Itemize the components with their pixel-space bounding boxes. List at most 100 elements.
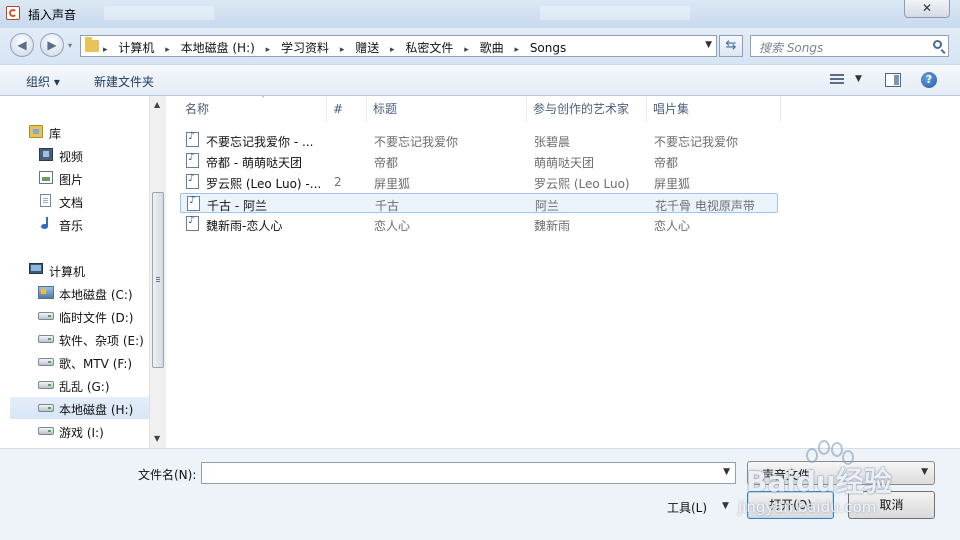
file-name: 千古 - 阿兰	[207, 199, 267, 213]
nav-label: 音乐	[59, 219, 84, 233]
nav-label: 游戏 (I:)	[59, 426, 104, 440]
watermark-logo: Baidu经验	[746, 465, 892, 498]
nav-library[interactable]: 库	[0, 121, 150, 143]
tools-button[interactable]: 工具(L)	[667, 499, 707, 516]
file-name: 魏新雨-恋人心	[206, 219, 283, 233]
nav-drive-c[interactable]: 本地磁盘 (C:)	[0, 282, 150, 304]
title-bar: 插入声音 ✕	[0, 0, 960, 28]
nav-drive-e[interactable]: 软件、杂项 (E:)	[0, 328, 150, 350]
chevron-right-icon[interactable]: ▸	[390, 45, 395, 55]
close-icon: ✕	[921, 1, 933, 15]
system-drive-icon	[38, 286, 54, 299]
file-row-selected[interactable]: 千古 - 阿兰 千古 阿兰 花千骨 电视原声带	[180, 193, 778, 213]
nav-pictures[interactable]: 图片	[0, 167, 150, 189]
forward-button[interactable]: ▶	[40, 33, 64, 57]
preview-pane-icon[interactable]	[885, 73, 901, 87]
nav-drive-i[interactable]: 游戏 (I:)	[0, 420, 150, 442]
chevron-right-icon[interactable]: ▸	[266, 45, 271, 55]
file-title: 不要忘记我爱你	[374, 135, 459, 149]
navigation-scrollbar[interactable]: ▲ ▼	[149, 96, 166, 448]
organize-button[interactable]: 组织 ▾	[26, 73, 60, 90]
view-options-icon[interactable]	[830, 74, 844, 86]
chevron-right-icon[interactable]: ▸	[340, 45, 345, 55]
hard-drive-icon	[38, 335, 54, 343]
file-number: 2	[334, 175, 342, 189]
breadcrumb-item[interactable]: 私密文件	[405, 41, 453, 55]
picture-icon	[39, 171, 53, 184]
watermark-url: jingyan.baidu.com	[738, 498, 877, 516]
refresh-button[interactable]: ⇆	[719, 35, 743, 57]
nav-label: 歌、MTV (F:)	[59, 357, 133, 371]
chevron-right-icon[interactable]: ▸	[464, 45, 469, 55]
file-album: 屏里狐	[654, 177, 691, 191]
nav-videos[interactable]: 视频	[0, 144, 150, 166]
document-icon	[40, 194, 51, 207]
file-name: 不要忘记我爱你 - ...	[206, 135, 314, 149]
breadcrumb-item[interactable]: Songs	[530, 41, 566, 55]
column-header-label: 名称	[185, 102, 210, 116]
filename-dropdown-icon[interactable]: ▼	[723, 467, 730, 477]
scroll-up-icon[interactable]: ▲	[154, 100, 160, 109]
nav-documents[interactable]: 文档	[0, 190, 150, 212]
tools-dropdown-icon[interactable]: ▼	[722, 501, 729, 511]
view-dropdown-icon[interactable]: ▼	[855, 74, 862, 84]
column-header-number[interactable]: #	[327, 96, 367, 122]
nav-drive-g[interactable]: 乱乱 (G:)	[0, 374, 150, 396]
breadcrumb-item[interactable]: 本地磁盘 (H:)	[181, 41, 255, 55]
new-folder-button[interactable]: 新建文件夹	[94, 73, 154, 90]
file-artist: 魏新雨	[534, 219, 571, 233]
nav-label: 文档	[59, 196, 84, 210]
column-header-name[interactable]: 名称 ˄	[179, 96, 327, 122]
chevron-right-icon[interactable]: ▸	[165, 45, 170, 55]
audio-file-icon	[186, 173, 199, 189]
filename-input[interactable]: ▼	[201, 462, 736, 484]
window-title: 插入声音	[28, 8, 77, 22]
command-bar: 组织 ▾ 新建文件夹 ▼ ?	[0, 64, 960, 96]
navigation-pane: 库 视频 图片 文档 音乐 计算机 本地磁盘 (C:) 临时文件 (D:) 软件…	[0, 96, 166, 448]
nav-drive-f[interactable]: 歌、MTV (F:)	[0, 351, 150, 373]
filename-label: 文件名(N):	[138, 468, 197, 482]
address-bar[interactable]: ▸ 计算机 ▸ 本地磁盘 (H:) ▸ 学习资料 ▸ 赠送 ▸ 私密文件 ▸ 歌…	[80, 35, 717, 57]
title-bar-background-blur	[540, 6, 690, 20]
column-header-title[interactable]: 标题	[367, 96, 527, 122]
close-button[interactable]: ✕	[904, 0, 950, 18]
title-bar-background-blur	[104, 6, 214, 20]
breadcrumb-item[interactable]: 赠送	[355, 41, 379, 55]
file-name: 帝都 - 萌萌哒天团	[206, 156, 302, 170]
hard-drive-icon	[38, 427, 54, 435]
chevron-right-icon[interactable]: ▸	[103, 45, 108, 55]
chevron-right-icon[interactable]: ▸	[514, 45, 519, 55]
back-button[interactable]: ◀	[10, 33, 34, 57]
grip-icon	[156, 277, 160, 283]
file-album: 花千骨 电视原声带	[655, 199, 755, 213]
recent-locations-dropdown[interactable]: ▾	[68, 41, 72, 50]
forward-arrow-icon: ▶	[47, 38, 57, 52]
breadcrumb-item[interactable]: 歌曲	[480, 41, 504, 55]
breadcrumb: ▸ 计算机 ▸ 本地磁盘 (H:) ▸ 学习资料 ▸ 赠送 ▸ 私密文件 ▸ 歌…	[103, 39, 566, 56]
file-album: 不要忘记我爱你	[654, 135, 739, 149]
file-row[interactable]: 魏新雨-恋人心 恋人心 魏新雨 恋人心	[180, 214, 778, 234]
search-input[interactable]: 搜索 Songs	[750, 35, 949, 57]
nav-computer[interactable]: 计算机	[0, 259, 150, 281]
breadcrumb-item[interactable]: 计算机	[118, 41, 154, 55]
refresh-icon: ⇆	[725, 38, 737, 53]
column-header-album[interactable]: 唱片集	[647, 96, 781, 122]
hard-drive-icon	[38, 404, 54, 412]
scrollbar-thumb[interactable]	[152, 192, 164, 368]
address-dropdown-icon[interactable]: ▼	[705, 40, 712, 50]
hard-drive-icon	[38, 312, 54, 320]
audio-file-icon	[186, 152, 199, 168]
nav-music[interactable]: 音乐	[0, 213, 150, 235]
breadcrumb-item[interactable]: 学习资料	[281, 41, 329, 55]
search-icon[interactable]	[933, 40, 942, 49]
file-title: 屏里狐	[374, 177, 411, 191]
file-row[interactable]: 罗云熙 (Leo Luo) -... 2 屏里狐 罗云熙 (Leo Luo) 屏…	[180, 172, 778, 192]
column-header-artist[interactable]: 参与创作的艺术家	[527, 96, 647, 122]
help-icon[interactable]: ?	[921, 72, 937, 88]
scroll-down-icon[interactable]: ▼	[154, 434, 160, 443]
nav-drive-d[interactable]: 临时文件 (D:)	[0, 305, 150, 327]
file-row[interactable]: 帝都 - 萌萌哒天团 帝都 萌萌哒天团 帝都	[180, 151, 778, 171]
nav-drive-h[interactable]: 本地磁盘 (H:)	[10, 397, 150, 419]
nav-label: 乱乱 (G:)	[59, 380, 110, 394]
file-row[interactable]: 不要忘记我爱你 - ... 不要忘记我爱你 张碧晨 不要忘记我爱你	[180, 130, 778, 150]
